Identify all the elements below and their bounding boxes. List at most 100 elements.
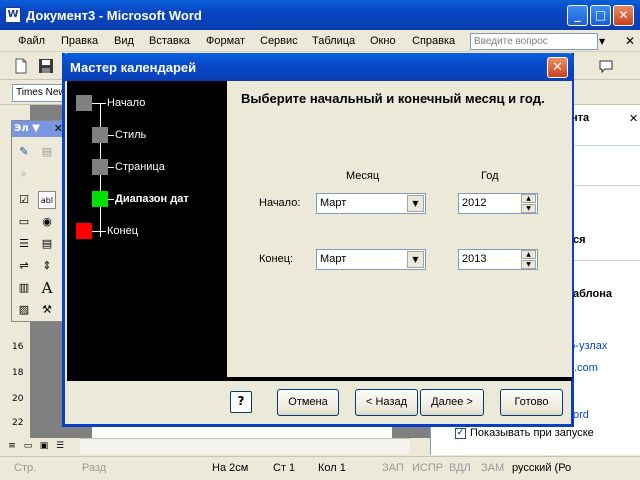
- new-document-icon[interactable]: [13, 58, 29, 74]
- listbox-icon[interactable]: ☰: [15, 235, 33, 253]
- step-date-range[interactable]: Диапазон дат: [115, 193, 189, 205]
- dialog-titlebar: Мастер календарей ✕: [62, 53, 574, 81]
- status-record[interactable]: ЗАП: [382, 462, 404, 474]
- step-start[interactable]: Начало: [107, 97, 145, 109]
- step-marker: [76, 95, 92, 111]
- calendar-wizard-dialog: Мастер календарей ✕ Начало Стиль Страниц…: [62, 53, 574, 427]
- dialog-title: Мастер календарей: [70, 60, 197, 75]
- menu-edit[interactable]: Правка: [61, 35, 98, 47]
- task-pane-link[interactable]: б-узлах: [569, 340, 607, 352]
- vertical-ruler: 16 18 20 22: [8, 330, 26, 430]
- help-dropdown-icon[interactable]: ▼: [599, 37, 605, 46]
- menu-window[interactable]: Окно: [370, 35, 396, 47]
- window-title: Документ3 - Microsoft Word: [26, 8, 202, 23]
- task-pane-link[interactable]: t.com: [571, 362, 598, 374]
- task-pane-section: аблона: [573, 288, 612, 300]
- finish-button[interactable]: Готово: [500, 389, 563, 416]
- show-at-startup-label: Показывать при запуске: [470, 427, 594, 439]
- more-controls-icon[interactable]: ⚒: [38, 301, 56, 319]
- step-style[interactable]: Стиль: [115, 129, 146, 141]
- image-control-icon[interactable]: ▨: [15, 301, 33, 319]
- spin-down-icon[interactable]: ▼: [521, 204, 536, 213]
- menu-view[interactable]: Вид: [114, 35, 134, 47]
- label-control-icon[interactable]: A: [38, 279, 56, 297]
- start-year-value: 2012: [462, 197, 487, 209]
- chevron-down-icon[interactable]: ▼: [407, 195, 424, 212]
- window-titlebar: W Документ3 - Microsoft Word _ □ ✕: [0, 0, 640, 30]
- close-button[interactable]: ✕: [613, 5, 634, 26]
- minimize-button[interactable]: _: [567, 5, 588, 26]
- menu-tools[interactable]: Сервис: [260, 35, 298, 47]
- show-at-startup-checkbox[interactable]: ✓: [455, 428, 466, 439]
- menu-table[interactable]: Таблица: [312, 35, 355, 47]
- outline-view-button[interactable]: ☰: [53, 441, 67, 455]
- task-pane-link[interactable]: ord: [573, 409, 589, 421]
- wizard-steps-panel: Начало Стиль Страница Диапазон дат Конец: [67, 81, 227, 381]
- print-view-button[interactable]: ▣: [37, 441, 51, 455]
- combobox-icon[interactable]: ▤: [38, 235, 56, 253]
- status-column: Кол 1: [318, 462, 346, 474]
- code-icon[interactable]: ⌕: [15, 165, 33, 183]
- view-buttons: ≡ ▭ ▣ ☰: [5, 438, 80, 454]
- spin-up-icon[interactable]: ▲: [521, 194, 536, 203]
- next-button[interactable]: Далее >: [420, 389, 484, 416]
- step-connector: [92, 231, 106, 232]
- back-button[interactable]: < Назад: [355, 389, 418, 416]
- start-year-spinner[interactable]: 2012 ▲ ▼: [458, 193, 538, 214]
- forms-toolbar: Эл ▼ ✕ ✎ ▤ ⌕ ☑ abl ▭ ◉ ☰ ▤ ⇌ ⇕ ▥ A ▨ ⚒: [11, 120, 67, 322]
- command-button-icon[interactable]: ▭: [15, 213, 33, 231]
- status-line: Ст 1: [273, 462, 296, 474]
- menu-format[interactable]: Формат: [206, 35, 245, 47]
- forms-toolbar-title[interactable]: Эл ▼ ✕: [12, 121, 66, 137]
- step-connector: [92, 103, 106, 104]
- comment-icon[interactable]: [598, 58, 614, 74]
- step-page[interactable]: Страница: [115, 161, 165, 173]
- maximize-button[interactable]: □: [590, 5, 611, 26]
- status-extend[interactable]: ВДЛ: [449, 462, 471, 474]
- step-marker: [92, 191, 108, 207]
- end-month-select[interactable]: Март ▼: [316, 249, 426, 270]
- web-view-button[interactable]: ▭: [21, 441, 35, 455]
- save-icon[interactable]: [38, 58, 54, 74]
- textbox-control-icon[interactable]: abl: [38, 191, 56, 209]
- menu-help[interactable]: Справка: [412, 35, 455, 47]
- end-row-label: Конец:: [259, 253, 294, 265]
- step-marker: [92, 127, 108, 143]
- month-column-header: Месяц: [346, 170, 380, 182]
- design-mode-icon[interactable]: ✎: [15, 143, 33, 161]
- start-row-label: Начало:: [259, 197, 301, 209]
- status-track-changes[interactable]: ИСПР: [412, 462, 443, 474]
- checkbox-control-icon[interactable]: ☑: [15, 191, 33, 209]
- spin-up-icon[interactable]: ▲: [521, 250, 536, 259]
- normal-view-button[interactable]: ≡: [5, 441, 19, 455]
- scrollbar-icon[interactable]: ▥: [15, 279, 33, 297]
- status-overtype[interactable]: ЗАМ: [481, 462, 504, 474]
- horizontal-scrollbar[interactable]: [80, 438, 410, 454]
- font-name-combo[interactable]: Times New: [12, 84, 67, 102]
- task-pane-close-icon[interactable]: ✕: [629, 112, 638, 125]
- start-month-select[interactable]: Март ▼: [316, 193, 426, 214]
- menu-file[interactable]: Файл: [18, 35, 45, 47]
- document-close-button[interactable]: ✕: [625, 34, 635, 48]
- spin-button-icon[interactable]: ⇕: [38, 257, 56, 275]
- step-finish[interactable]: Конец: [107, 225, 138, 237]
- end-month-value: Март: [320, 253, 347, 265]
- step-marker: [76, 223, 92, 239]
- cancel-button[interactable]: Отмена: [277, 389, 339, 416]
- toggle-button-icon[interactable]: ⇌: [15, 257, 33, 275]
- dialog-close-button[interactable]: ✕: [547, 57, 568, 78]
- spin-down-icon[interactable]: ▼: [521, 260, 536, 269]
- step-marker: [92, 159, 108, 175]
- help-button[interactable]: ?: [230, 391, 252, 413]
- status-position: На 2см: [212, 462, 249, 474]
- task-pane-section: ся: [573, 234, 586, 246]
- wizard-heading: Выберите начальный и конечный месяц и го…: [241, 91, 545, 106]
- help-search-input[interactable]: Введите вопрос: [470, 33, 598, 50]
- chevron-down-icon[interactable]: ▼: [407, 251, 424, 268]
- properties-icon[interactable]: ▤: [38, 143, 56, 161]
- status-bar: Стр. Разд На 2см Ст 1 Кол 1 ЗАП ИСПР ВДЛ…: [0, 456, 640, 480]
- end-year-value: 2013: [462, 253, 487, 265]
- end-year-spinner[interactable]: 2013 ▲ ▼: [458, 249, 538, 270]
- menu-insert[interactable]: Вставка: [149, 35, 190, 47]
- option-button-icon[interactable]: ◉: [38, 213, 56, 231]
